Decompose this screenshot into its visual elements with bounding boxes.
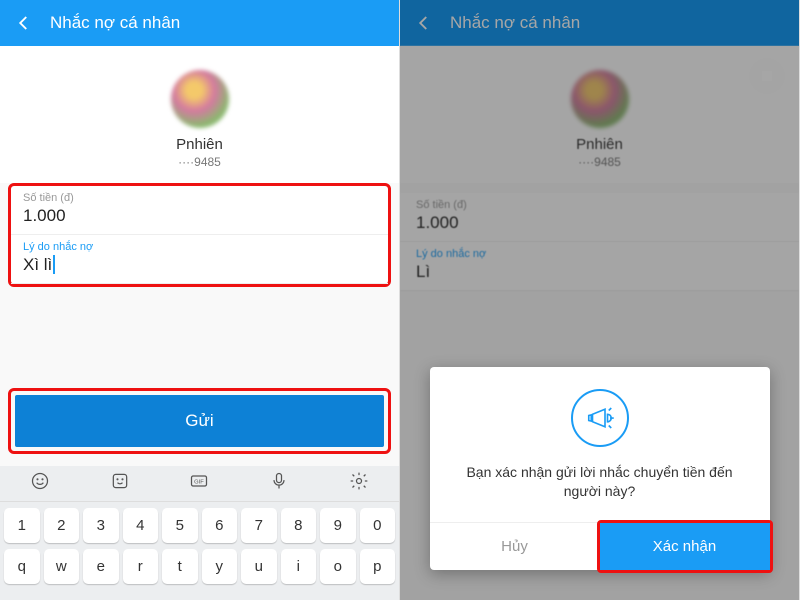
key-4[interactable]: 4 — [123, 508, 159, 543]
key-p[interactable]: p — [360, 549, 396, 584]
contact-profile: Pnhiên ····9485 — [0, 46, 399, 183]
contact-name: Pnhiên — [0, 136, 399, 153]
key-3[interactable]: 3 — [83, 508, 119, 543]
header-title: Nhắc nợ cá nhân — [50, 13, 180, 33]
reason-label: Lý do nhắc nợ — [23, 241, 376, 253]
key-8[interactable]: 8 — [281, 508, 317, 543]
keyboard-row-numbers: 1234567890 — [0, 502, 399, 543]
key-u[interactable]: u — [241, 549, 277, 584]
emoji-icon[interactable] — [30, 471, 50, 496]
amount-field[interactable]: Số tiền (đ) 1.000 — [11, 186, 388, 235]
dialog-message: Bạn xác nhận gửi lời nhắc chuyển tiền đế… — [430, 463, 770, 522]
send-button[interactable]: Gửi — [15, 395, 384, 447]
reason-value: Xì lì — [23, 255, 376, 275]
key-e[interactable]: e — [83, 549, 119, 584]
settings-icon[interactable] — [349, 471, 369, 496]
mic-icon[interactable] — [269, 471, 289, 496]
cancel-button[interactable]: Hủy — [430, 523, 600, 570]
amount-value: 1.000 — [23, 206, 376, 226]
confirm-dialog: Bạn xác nhận gửi lời nhắc chuyển tiền đế… — [430, 367, 770, 570]
key-7[interactable]: 7 — [241, 508, 277, 543]
key-5[interactable]: 5 — [162, 508, 198, 543]
key-i[interactable]: i — [281, 549, 317, 584]
key-y[interactable]: y — [202, 549, 238, 584]
header-bar: Nhắc nợ cá nhân — [0, 0, 399, 46]
screen-confirm: Nhắc nợ cá nhân Pnhiên ····9485 Số tiền … — [400, 0, 800, 600]
key-o[interactable]: o — [320, 549, 356, 584]
keyboard-row-letters: qwertyuiop — [0, 543, 399, 584]
arrow-left-icon — [15, 14, 33, 32]
key-0[interactable]: 0 — [360, 508, 396, 543]
key-2[interactable]: 2 — [44, 508, 80, 543]
svg-text:GIF: GIF — [195, 480, 205, 486]
amount-label: Số tiền (đ) — [23, 192, 376, 204]
key-9[interactable]: 9 — [320, 508, 356, 543]
key-t[interactable]: t — [162, 549, 198, 584]
reason-field[interactable]: Lý do nhắc nợ Xì lì — [11, 235, 388, 284]
dialog-buttons: Hủy Xác nhận — [430, 522, 770, 570]
input-group-highlight: Số tiền (đ) 1.000 Lý do nhắc nợ Xì lì — [8, 183, 391, 287]
key-w[interactable]: w — [44, 549, 80, 584]
confirm-highlight: Xác nhận — [597, 520, 773, 573]
gif-icon[interactable]: GIF — [189, 471, 209, 496]
key-6[interactable]: 6 — [202, 508, 238, 543]
confirm-button[interactable]: Xác nhận — [600, 523, 770, 570]
key-q[interactable]: q — [4, 549, 40, 584]
modal-overlay: Bạn xác nhận gửi lời nhắc chuyển tiền đế… — [400, 0, 799, 600]
back-button[interactable] — [12, 11, 36, 35]
key-r[interactable]: r — [123, 549, 159, 584]
megaphone-icon — [571, 389, 629, 447]
sticker-icon[interactable] — [110, 471, 130, 496]
contact-account: ····9485 — [0, 155, 399, 169]
keyboard: GIF 1234567890 qwertyuiop — [0, 466, 399, 600]
send-button-highlight: Gửi — [8, 388, 391, 454]
avatar — [171, 70, 229, 128]
keyboard-toolbar: GIF — [0, 466, 399, 502]
key-1[interactable]: 1 — [4, 508, 40, 543]
screen-form: Nhắc nợ cá nhân Pnhiên ····9485 Số tiền … — [0, 0, 400, 600]
